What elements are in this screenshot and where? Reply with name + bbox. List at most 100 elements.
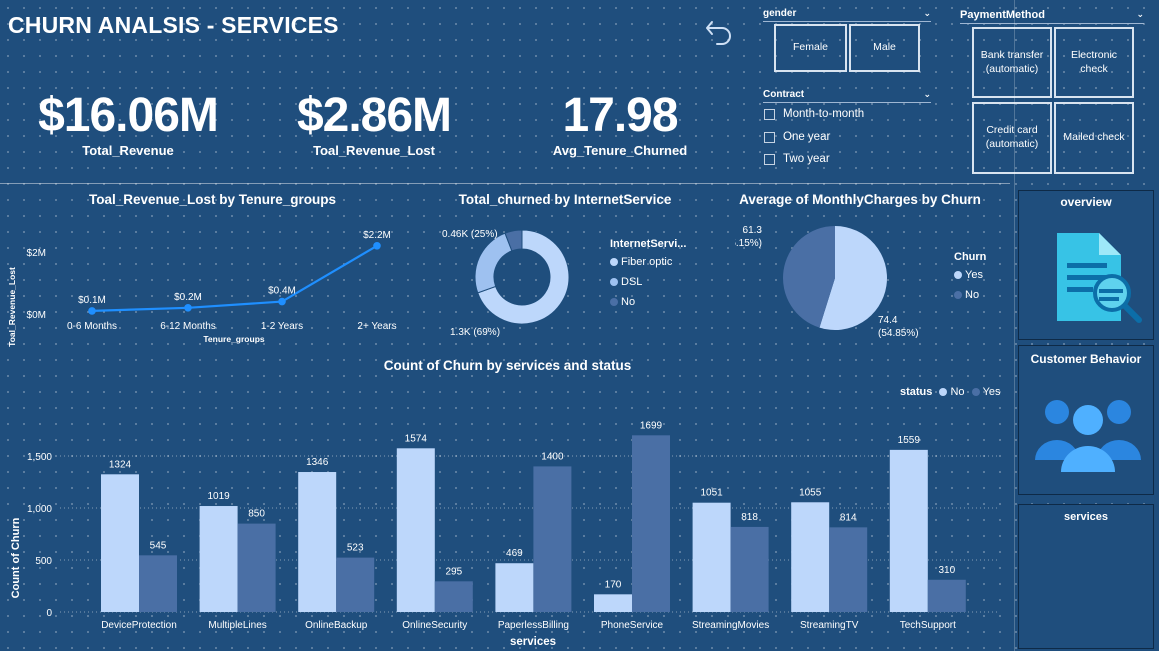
data-point[interactable]	[278, 297, 286, 306]
nav-card-overview[interactable]: overview	[1018, 190, 1154, 340]
bar[interactable]	[237, 523, 276, 612]
y-tick-label: 0	[46, 608, 52, 619]
kpi-label: Avg_Tenure_Churned	[552, 143, 688, 158]
bar[interactable]	[791, 502, 830, 612]
data-label: 295	[445, 566, 462, 577]
x-tick-label: DeviceProtection	[101, 620, 177, 631]
checkbox[interactable]	[764, 108, 775, 120]
gender-option-female[interactable]: Female	[774, 24, 847, 72]
data-label: 310	[938, 565, 955, 576]
data-label: 1699	[640, 420, 663, 431]
legend-item[interactable]: Yes	[954, 269, 986, 281]
pie-data-label: 61.3(45.15%)	[735, 225, 762, 249]
chevron-down-icon[interactable]: ⌄	[923, 8, 931, 19]
legend-swatch	[939, 388, 948, 397]
contract-option-month[interactable]: Month-to-month	[764, 108, 864, 120]
line-chart-title: Toal_Revenue_Lost by Tenure_groups	[88, 192, 337, 207]
bar[interactable]	[533, 466, 572, 612]
data-point[interactable]	[88, 307, 96, 315]
data-label: $0.2M	[174, 292, 202, 303]
x-tick-label: 0-6 Months	[67, 321, 117, 332]
legend-swatch	[610, 278, 618, 287]
donut-slice[interactable]	[474, 232, 513, 294]
data-label: 1051	[700, 488, 723, 499]
people-group-icon	[1035, 400, 1141, 472]
data-point[interactable]	[184, 304, 192, 312]
undo-arrow-icon[interactable]	[700, 12, 740, 52]
legend-swatch	[610, 298, 618, 307]
bar[interactable]	[336, 557, 375, 612]
checkbox[interactable]	[764, 131, 775, 143]
y-tick-label: $0M	[27, 310, 46, 321]
chevron-down-icon[interactable]: ⌄	[1136, 9, 1144, 20]
kpi-label: Total_Revenue	[82, 143, 174, 158]
checkbox[interactable]	[764, 153, 775, 165]
legend-item[interactable]: No	[935, 386, 965, 398]
bar[interactable]	[829, 527, 868, 612]
nav-card-customer-behavior[interactable]: Customer Behavior	[1018, 345, 1154, 495]
legend-item[interactable]: Fiber optic	[610, 256, 686, 268]
x-tick-label: PaperlessBilling	[498, 620, 569, 631]
payment-option-bank-transfer[interactable]: Bank transfer (automatic)	[972, 27, 1052, 98]
line-chart-xlabel: Tenure_groups	[203, 334, 265, 344]
horizontal-divider	[0, 183, 1010, 184]
bar[interactable]	[139, 555, 177, 612]
series-line	[91, 244, 378, 312]
data-label: 170	[605, 579, 622, 590]
x-tick-label: OnlineSecurity	[402, 620, 467, 631]
contract-option-one-year[interactable]: One year	[764, 131, 830, 143]
data-label: $2.2M	[363, 230, 391, 241]
bar-chart-title: Count of Churn by services and status	[383, 358, 632, 373]
legend-swatch	[954, 271, 962, 280]
payment-option-credit-card[interactable]: Credit card (automatic)	[972, 102, 1052, 174]
legend-item[interactable]: No	[954, 289, 986, 301]
gender-slicer: gender ⌄	[763, 8, 931, 22]
chevron-down-icon[interactable]: ⌄	[923, 89, 931, 100]
legend-swatch	[971, 388, 980, 397]
kpi-value: 17.98	[562, 89, 678, 142]
contract-option-two-year[interactable]: Two year	[764, 153, 830, 165]
bar-chart-ylabel: Count of Churn	[10, 517, 22, 598]
legend-item[interactable]: Yes	[968, 386, 1001, 398]
nav-card-title: overview	[1060, 195, 1112, 209]
payment-option-mailed-check[interactable]: Mailed check	[1054, 102, 1134, 174]
x-tick-label: 2+ Years	[357, 321, 396, 332]
bar[interactable]	[495, 563, 534, 612]
legend-item[interactable]: DSL	[610, 276, 686, 288]
bar[interactable]	[396, 448, 435, 612]
data-label: 523	[347, 543, 364, 554]
x-tick-label: PhoneService	[601, 620, 664, 631]
data-label: 1324	[109, 459, 132, 470]
y-tick-label: 1,500	[27, 452, 52, 463]
bar[interactable]	[199, 506, 238, 612]
bar[interactable]	[692, 502, 731, 612]
donut-legend: InternetServi... Fiber optic DSL No	[610, 238, 686, 308]
payment-option-electronic-check[interactable]: Electronic check	[1054, 27, 1134, 98]
data-point[interactable]	[373, 242, 381, 250]
kpi-avg-tenure: 17.98 Avg_Tenure_Churned	[520, 88, 720, 158]
gender-option-male[interactable]: Male	[849, 24, 920, 72]
bar[interactable]	[927, 579, 966, 612]
bar[interactable]	[101, 474, 139, 612]
bar-chart: Count of Churn 0 500 1,000 1,500 1324 545 Devi…	[10, 420, 1000, 648]
bar[interactable]	[730, 526, 769, 612]
bar[interactable]	[632, 435, 670, 612]
nav-card-services[interactable]: services	[1018, 504, 1154, 649]
pie-data-label: 74.4 (54.85%)	[878, 315, 919, 339]
bar[interactable]	[298, 472, 337, 612]
contract-slicer: Contract ⌄	[763, 89, 931, 103]
nav-card-title: Customer Behavior	[1030, 352, 1142, 366]
y-tick-label: $2M	[27, 248, 46, 259]
bar-legend-title: status	[900, 386, 933, 398]
nav-card-title: services	[1063, 511, 1109, 523]
bar[interactable]	[594, 594, 632, 612]
data-label: $0.1M	[78, 295, 106, 306]
data-label: 1019	[207, 491, 230, 502]
kpi-revenue-lost: $2.86M Toal_Revenue_Lost	[274, 88, 474, 158]
bar[interactable]	[434, 581, 473, 612]
bar[interactable]	[889, 449, 928, 612]
donut-data-label: 1.3K (69%)	[450, 327, 500, 338]
x-tick-label: OnlineBackup	[305, 620, 368, 631]
legend-item[interactable]: No	[610, 296, 686, 308]
data-label: 814	[840, 512, 857, 523]
